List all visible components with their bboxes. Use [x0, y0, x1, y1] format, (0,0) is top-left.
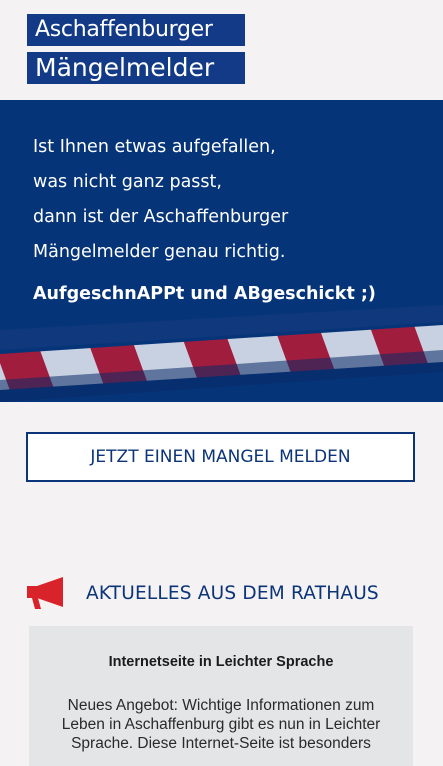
news-section-title: AKTUELLES AUS DEM RATHAUS — [86, 582, 379, 604]
logo-line-1: Aschaffenburger — [27, 14, 245, 46]
megaphone-icon — [27, 577, 63, 609]
hero-banner: Ist Ihnen etwas aufgefallen, was nicht g… — [0, 100, 443, 402]
news-card-body: Neues Angebot: Wichtige Informationen zu… — [61, 697, 381, 752]
report-defect-button[interactable]: JETZT EINEN MANGEL MELDEN — [26, 432, 415, 482]
app-logo: Aschaffenburger Mängelmelder — [27, 14, 245, 84]
news-card-title[interactable]: Internetseite in Leichter Sprache — [49, 654, 393, 670]
news-card[interactable]: Internetseite in Leichter Sprache Neues … — [29, 626, 413, 766]
news-section-header: AKTUELLES AUS DEM RATHAUS — [26, 576, 379, 610]
barrier-tape-image — [0, 305, 443, 402]
logo-line-2: Mängelmelder — [27, 52, 245, 84]
